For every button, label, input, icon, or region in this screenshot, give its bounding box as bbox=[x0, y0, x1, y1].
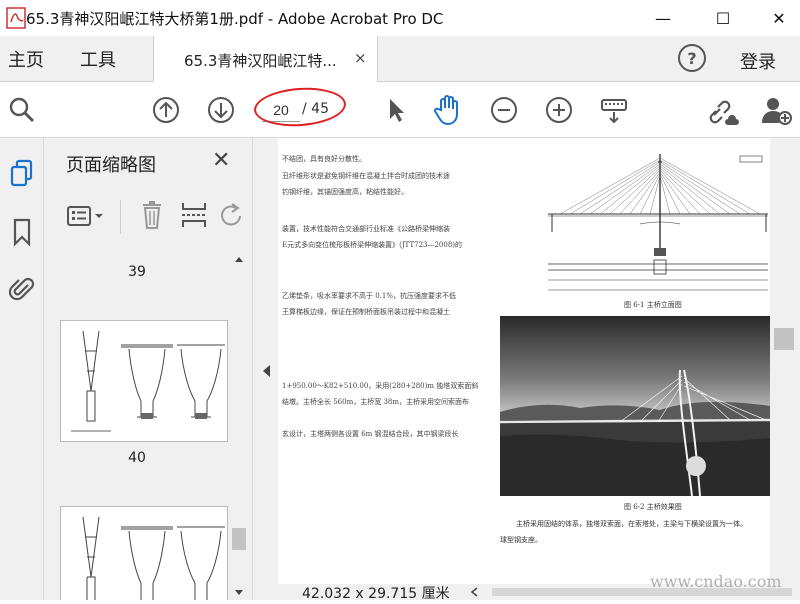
help-icon: ? bbox=[687, 48, 697, 68]
collapse-arrow-icon[interactable] bbox=[261, 364, 271, 378]
body-text: 球型钢支座。 bbox=[500, 536, 542, 544]
zoom-in-icon[interactable] bbox=[543, 94, 575, 126]
document-view[interactable]: 不结团，具有良好分散性。 丑纤维形状是避免钢纤维在混凝土拌合时成团的技术途 钓钢… bbox=[278, 138, 770, 584]
close-icon: ✕ bbox=[772, 8, 786, 28]
zoom-out-icon[interactable] bbox=[488, 94, 520, 126]
document-scrollbar[interactable] bbox=[770, 138, 800, 584]
tab-document[interactable]: 65.3青神汉阳岷江特... × bbox=[153, 36, 378, 82]
panel-collapse-strip[interactable] bbox=[252, 138, 278, 600]
maximize-button[interactable]: ☐ bbox=[700, 0, 746, 36]
body-text: 王算梯板边缘，保证在预制桥面板吊装过程中和混凝土 bbox=[282, 308, 450, 316]
login-button[interactable]: 登录 bbox=[740, 48, 776, 74]
main-toolbar: / 45 bbox=[0, 82, 800, 138]
zoom-search-icon[interactable] bbox=[6, 94, 38, 126]
minimize-icon: — bbox=[655, 8, 671, 28]
body-text: 乙烯垫条，吸水率要求不高于 0.1%，抗压强度要求不低 bbox=[282, 292, 457, 300]
page-up-icon[interactable] bbox=[150, 94, 182, 126]
toolbar-divider bbox=[120, 200, 121, 234]
rotate-page-icon[interactable] bbox=[220, 202, 244, 230]
select-arrow-icon[interactable] bbox=[380, 94, 412, 126]
document-tab-label: 65.3青神汉阳岷江特... bbox=[184, 52, 337, 70]
close-tab-icon[interactable]: × bbox=[354, 49, 367, 67]
close-window-button[interactable]: ✕ bbox=[756, 0, 800, 36]
delete-page-icon[interactable] bbox=[140, 200, 164, 230]
body-text: 丑纤维形状是避免钢纤维在混凝土拌合时成团的技术途 bbox=[282, 172, 450, 180]
window-title: 65.3青神汉阳岷江特大桥第1册.pdf - Adobe Acrobat Pro… bbox=[26, 10, 444, 28]
body-text: 装置，技术性能符合交通部行业标准《公路桥梁伸缩装 bbox=[282, 225, 450, 233]
scroll-left-icon[interactable] bbox=[470, 587, 480, 597]
body-text: 玄设计，主塔两侧各设置 6m 钢混结合段，其中钢梁段长 bbox=[282, 430, 459, 438]
thumbnail-page-number: 40 bbox=[128, 450, 146, 466]
tab-row: 主页 工具 65.3青神汉阳岷江特... × ? 登录 bbox=[0, 36, 800, 82]
thumbnail-page[interactable] bbox=[60, 506, 228, 600]
page-down-icon[interactable] bbox=[205, 94, 237, 126]
share-link-icon[interactable] bbox=[708, 94, 740, 126]
body-text: 不结团，具有良好分散性。 bbox=[282, 155, 366, 163]
bridge-photo bbox=[500, 316, 770, 496]
insert-page-icon[interactable] bbox=[180, 200, 208, 230]
figure-caption: 图 6-1 主桥立面图 bbox=[624, 301, 682, 309]
keyboard-scroll-icon[interactable] bbox=[598, 94, 630, 126]
thumbnail-list: 39 40 bbox=[44, 254, 230, 600]
add-user-icon[interactable] bbox=[760, 94, 792, 126]
maximize-icon: ☐ bbox=[715, 8, 731, 28]
body-text: 结墩。主桥全长 560m，主桥宽 38m，主桥采用空间索面布 bbox=[282, 398, 469, 406]
thumbnail-toolbar bbox=[44, 188, 252, 246]
thumbnail-page-number: 39 bbox=[128, 264, 146, 280]
help-button[interactable]: ? bbox=[678, 44, 706, 72]
title-bar: 65.3青神汉阳岷江特大桥第1册.pdf - Adobe Acrobat Pro… bbox=[0, 0, 800, 36]
figure-caption: 图 6-2 主桥效果图 bbox=[624, 503, 682, 511]
hand-tool-icon[interactable] bbox=[432, 94, 464, 126]
watermark: www.cndao.com bbox=[650, 572, 782, 591]
thumbnails-title: 页面缩略图 bbox=[66, 155, 156, 176]
page-size-label: 42.032 x 29.715 厘米 bbox=[302, 586, 450, 602]
page-thumbnails-icon[interactable] bbox=[6, 158, 38, 190]
thumbnails-panel: 页面缩略图 ✕ 39 40 bbox=[44, 138, 252, 600]
body-text: 1+950.00～K82+510.00，采用(280+280)m 独塔双索面斜 bbox=[282, 382, 479, 390]
body-text: 主桥采用固结的体系，独塔双索面，在索塔处，主梁与下横梁设置为一体。 bbox=[516, 520, 747, 528]
attachment-icon[interactable] bbox=[6, 272, 38, 304]
bridge-elevation-drawing bbox=[548, 154, 768, 291]
close-panel-icon[interactable]: ✕ bbox=[212, 148, 230, 173]
tab-home[interactable]: 主页 bbox=[8, 46, 44, 72]
tab-tools[interactable]: 工具 bbox=[80, 46, 116, 72]
thumbnail-options-icon[interactable] bbox=[66, 204, 106, 230]
body-text: E元式多向变位梳形板桥梁伸缩装置》(JTT723—2008)的 bbox=[282, 241, 463, 249]
bookmark-icon[interactable] bbox=[6, 216, 38, 248]
thumbnail-page[interactable] bbox=[60, 320, 228, 442]
body-text: 钓钢纤维，其锚固强度高，粘结性能好。 bbox=[282, 188, 408, 196]
navigation-rail bbox=[0, 138, 44, 600]
minimize-button[interactable]: — bbox=[640, 0, 686, 36]
thumbnail-scrollbar[interactable] bbox=[230, 254, 248, 600]
